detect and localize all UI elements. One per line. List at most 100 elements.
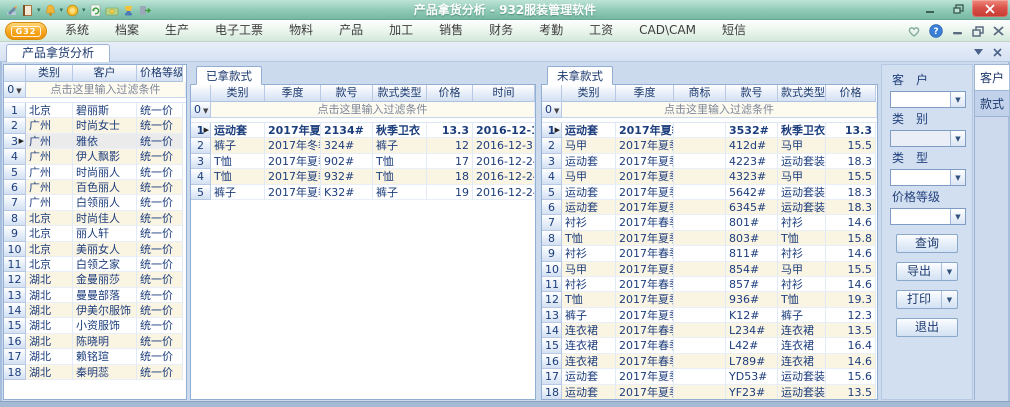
table-row[interactable]: 7广州白领丽人统一价 xyxy=(4,195,186,210)
row-cell[interactable]: 百色丽人 xyxy=(73,180,137,195)
row-cell[interactable]: 18 xyxy=(427,169,473,184)
row-cell[interactable]: 12.3 xyxy=(826,308,876,323)
row-cell[interactable]: T恤 xyxy=(562,231,616,246)
row-cell[interactable]: 932# xyxy=(321,169,373,184)
row-cell[interactable]: K12# xyxy=(726,308,778,323)
row-cell[interactable]: 4323# xyxy=(726,169,778,184)
table-row[interactable]: 14湖北伊美尔服饰统一价 xyxy=(4,303,186,318)
filter-row-gutter[interactable]: 0▼ xyxy=(542,102,562,118)
row-cell[interactable]: 15.5 xyxy=(826,262,876,277)
row-cell[interactable]: 湖北 xyxy=(26,318,73,333)
mdi-close-icon[interactable] xyxy=(993,26,1004,36)
row-cell[interactable]: YD53# xyxy=(726,369,778,384)
menu-item-4[interactable]: 物料 xyxy=(276,20,326,42)
row-cell[interactable]: 广州 xyxy=(26,118,73,133)
table-row[interactable]: 1北京碧丽斯统一价 xyxy=(4,103,186,118)
row-number-cell[interactable]: 14 xyxy=(542,323,562,338)
row-cell[interactable]: 13.3 xyxy=(427,123,473,138)
table-row[interactable]: 10北京美丽女人统一价 xyxy=(4,242,186,257)
row-cell[interactable]: 衬衫 xyxy=(562,246,616,261)
table-row[interactable]: 14连衣裙2017年春季L234#连衣裙13.5 xyxy=(542,323,877,338)
row-cell[interactable]: 运动套 xyxy=(562,154,616,169)
menu-item-11[interactable]: CAD\CAM xyxy=(626,20,709,42)
row-cell[interactable] xyxy=(674,231,726,246)
row-cell[interactable]: 803# xyxy=(726,231,778,246)
row-number-cell[interactable]: 4 xyxy=(542,169,562,184)
row-cell[interactable]: 2017年夏季 xyxy=(616,369,674,384)
table-row[interactable]: 5运动套2017年夏季5642#运动套装18.3 xyxy=(542,185,877,200)
app-logo-button[interactable]: G32 xyxy=(5,22,47,40)
row-cell[interactable]: 裤子 xyxy=(778,308,826,323)
row-cell[interactable]: 14.6 xyxy=(826,354,876,369)
row-cell[interactable] xyxy=(674,246,726,261)
column-header[interactable]: 类别 xyxy=(562,85,616,102)
export-split-dropdown-icon[interactable]: ▼ xyxy=(941,263,957,280)
customer-combobox[interactable]: ▼ xyxy=(890,91,966,108)
row-cell[interactable]: 2017年夏季 xyxy=(616,169,674,184)
table-row[interactable]: 12T恤2017年夏季936#T恤19.3 xyxy=(542,292,877,307)
row-cell[interactable]: 324# xyxy=(321,138,373,153)
table-row[interactable]: 3▶广州雅依统一价 xyxy=(4,134,186,149)
row-cell[interactable]: 2017年夏季 xyxy=(265,185,321,200)
row-cell[interactable]: 2017年夏季 xyxy=(616,185,674,200)
row-cell[interactable]: 936# xyxy=(726,292,778,307)
row-number-cell[interactable]: 10 xyxy=(542,262,562,277)
row-cell[interactable]: 811# xyxy=(726,246,778,261)
row-cell[interactable]: 运动套 xyxy=(211,123,265,138)
row-cell[interactable]: 陈晓明 xyxy=(73,334,137,349)
row-cell[interactable]: 2017年夏季 xyxy=(616,200,674,215)
row-number-cell[interactable]: 5 xyxy=(4,165,26,180)
row-number-cell[interactable]: 9 xyxy=(542,246,562,261)
row-number-cell[interactable]: 13 xyxy=(542,308,562,323)
row-cell[interactable] xyxy=(674,185,726,200)
exit-button[interactable]: 退出 xyxy=(896,318,958,337)
row-number-cell[interactable]: 18 xyxy=(4,365,26,380)
row-cell[interactable]: 统一价 xyxy=(137,165,183,180)
row-cell[interactable]: L789# xyxy=(726,354,778,369)
row-cell[interactable]: L234# xyxy=(726,323,778,338)
row-cell[interactable]: 统一价 xyxy=(137,257,183,272)
row-number-cell[interactable]: 17 xyxy=(542,369,562,384)
row-cell[interactable] xyxy=(674,354,726,369)
print-button[interactable]: 打印▼ xyxy=(896,290,958,309)
row-cell[interactable]: 马甲 xyxy=(562,138,616,153)
column-header[interactable]: 价格等级 xyxy=(137,65,183,82)
row-number-cell[interactable]: 11 xyxy=(542,277,562,292)
column-header[interactable]: 类别 xyxy=(211,85,265,102)
table-row[interactable]: 8北京时尚佳人统一价 xyxy=(4,211,186,226)
row-cell[interactable]: 碧丽斯 xyxy=(73,103,137,118)
row-cell[interactable]: YF23# xyxy=(726,385,778,400)
row-cell[interactable]: 白领丽人 xyxy=(73,195,137,210)
table-row[interactable]: 11北京白领之家统一价 xyxy=(4,257,186,272)
row-cell[interactable]: 18.3 xyxy=(826,154,876,169)
row-cell[interactable]: 连衣裙 xyxy=(778,323,826,338)
column-header[interactable]: 季度 xyxy=(616,85,674,102)
row-cell[interactable]: T恤 xyxy=(211,169,265,184)
table-row[interactable]: 2裤子2017年冬季324#裤子122016-12-31 xyxy=(191,138,535,153)
row-cell[interactable]: 北京 xyxy=(26,226,73,241)
row-cell[interactable]: 马甲 xyxy=(778,262,826,277)
row-cell[interactable]: 广州 xyxy=(26,165,73,180)
row-cell[interactable]: 2017年夏季 xyxy=(616,154,674,169)
row-cell[interactable]: 统一价 xyxy=(137,134,183,149)
row-cell[interactable]: 统一价 xyxy=(137,103,183,118)
category-dropdown-icon[interactable]: ▼ xyxy=(950,131,965,146)
row-cell[interactable]: 统一价 xyxy=(137,272,183,287)
row-cell[interactable] xyxy=(674,385,726,400)
window-minimize-button[interactable] xyxy=(916,0,944,17)
column-header[interactable]: 款号 xyxy=(321,85,373,102)
row-cell[interactable]: 统一价 xyxy=(137,365,183,380)
row-cell[interactable]: 运动套装 xyxy=(778,154,826,169)
row-cell[interactable]: 北京 xyxy=(26,242,73,257)
menu-item-12[interactable]: 短信 xyxy=(709,20,759,42)
mdi-restore-icon[interactable] xyxy=(972,26,984,37)
row-cell[interactable]: 金曼丽莎 xyxy=(73,272,137,287)
row-cell[interactable]: 15.8 xyxy=(826,231,876,246)
row-cell[interactable]: 丽人轩 xyxy=(73,226,137,241)
row-number-cell[interactable]: 5 xyxy=(542,185,562,200)
row-cell[interactable]: T恤 xyxy=(778,231,826,246)
row-cell[interactable]: 衬衫 xyxy=(562,277,616,292)
table-row[interactable]: 15连衣裙2017年春季L42#连衣裙16.4 xyxy=(542,338,877,353)
row-cell[interactable]: 北京 xyxy=(26,257,73,272)
tab-untaken-styles[interactable]: 未拿款式 xyxy=(547,66,613,85)
